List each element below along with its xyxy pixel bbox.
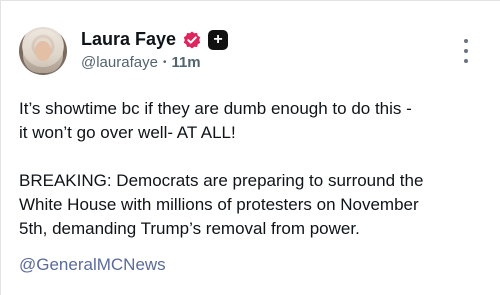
plus-badge-icon: + [208,29,229,50]
avatar[interactable] [19,27,67,75]
post-paragraph: BREAKING: Democrats are preparing to sur… [19,171,424,238]
more-vertical-icon-dot [464,49,468,53]
more-options-button[interactable] [459,39,473,63]
post-body: It’s showtime bc if they are dumb enough… [19,97,489,265]
author-name[interactable]: Laura Faye [81,29,176,50]
verified-badge-icon [183,31,201,48]
author-handle[interactable]: @laurafaye [81,54,158,71]
post-paragraph: It’s showtime bc if they are dumb enough… [19,99,412,142]
meta-row: @laurafaye • 11m [81,54,201,71]
post-timestamp[interactable]: 11m [171,54,200,71]
post-card: Laura Faye + @laurafaye • 11m It’s showt… [0,0,500,295]
avatar-face [35,41,51,61]
more-vertical-icon-dot [464,59,468,63]
more-vertical-icon [464,39,468,43]
mention-link[interactable]: @GeneralMCNews [19,255,166,275]
author-row: Laura Faye + [81,29,229,50]
meta-separator: • [162,57,167,68]
